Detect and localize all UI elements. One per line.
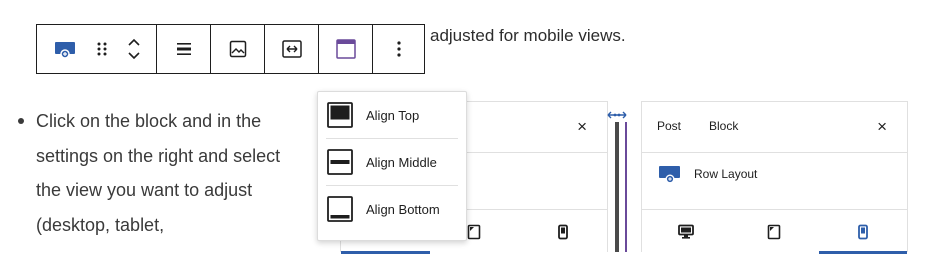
block-card: Row Layout — [658, 165, 757, 183]
list-item: Click on the block and in the settings o… — [36, 111, 281, 235]
block-toolbar-group-align — [157, 25, 211, 73]
panel-header: Post Block × — [642, 102, 907, 153]
close-icon[interactable]: × — [877, 117, 887, 137]
mobile-icon — [557, 224, 568, 240]
stretch-icon[interactable] — [265, 25, 318, 73]
block-toolbar — [36, 24, 425, 74]
align-top-label: Align Top — [366, 107, 420, 123]
align-middle-label: Align Middle — [366, 154, 437, 170]
tablet-icon — [768, 224, 781, 240]
block-toolbar-group-valign — [319, 25, 373, 73]
list-bullet — [18, 118, 24, 124]
tablet-icon — [467, 224, 481, 240]
align-middle-option[interactable]: Align Middle — [326, 139, 458, 186]
mobile-icon — [857, 224, 868, 240]
desktop-view-button[interactable] — [642, 210, 730, 254]
align-middle-icon — [327, 149, 353, 175]
move-up-icon[interactable] — [127, 38, 141, 47]
align-bottom-icon — [327, 196, 353, 222]
instruction-list: Click on the block and in the settings o… — [18, 104, 308, 242]
block-toolbar-group-more — [373, 25, 424, 73]
block-movers — [127, 25, 141, 73]
align-top-icon — [327, 102, 353, 128]
tab-block[interactable]: Block — [709, 119, 738, 133]
align-bottom-label: Align Bottom — [366, 201, 440, 217]
desktop-icon — [678, 224, 695, 239]
block-toolbar-group-width — [265, 25, 319, 73]
more-options-icon[interactable] — [373, 25, 424, 73]
settings-panel-right: Post Block × Row Layout — [641, 101, 908, 254]
close-icon[interactable]: × — [577, 117, 587, 137]
row-block-icon — [659, 166, 680, 183]
image-icon[interactable] — [211, 25, 264, 73]
tablet-view-button[interactable] — [730, 210, 818, 254]
block-toolbar-group-main — [37, 25, 157, 73]
align-middle-icon[interactable] — [157, 25, 210, 73]
tab-post[interactable]: Post — [657, 119, 681, 133]
intro-text: adjusted for mobile views. — [430, 26, 626, 45]
align-top-icon[interactable] — [319, 25, 372, 73]
mobile-view-button[interactable] — [518, 210, 607, 254]
align-top-option[interactable]: Align Top — [326, 92, 458, 139]
selection-line — [625, 122, 627, 252]
panel-divider — [615, 122, 619, 252]
block-toolbar-group-image — [211, 25, 265, 73]
move-down-icon[interactable] — [127, 51, 141, 60]
drag-handle-icon[interactable] — [96, 25, 108, 73]
row-block-icon[interactable] — [53, 25, 77, 73]
view-switcher — [642, 209, 908, 254]
align-bottom-option[interactable]: Align Bottom — [326, 186, 458, 232]
mobile-view-button[interactable] — [818, 210, 908, 254]
align-dropdown: Align Top Align Middle Align Bottom — [317, 91, 467, 241]
block-title: Row Layout — [694, 167, 758, 181]
